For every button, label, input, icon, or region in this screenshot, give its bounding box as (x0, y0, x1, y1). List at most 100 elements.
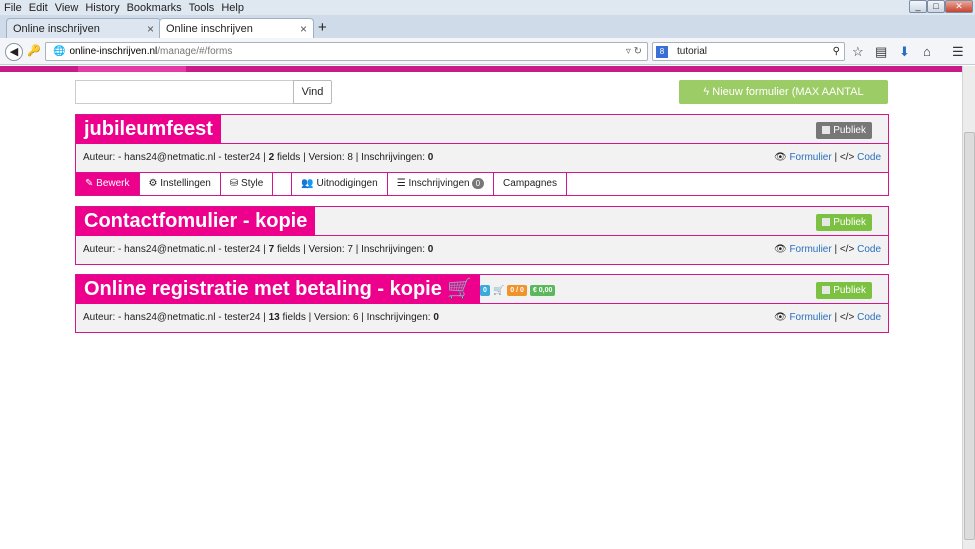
pencil-icon: ✎ (85, 178, 97, 189)
meta-inschrijvingen: 0 (427, 244, 434, 255)
eye-icon: 👁 (773, 244, 787, 255)
status-icon (822, 126, 831, 134)
bolt-icon: ϟ (703, 86, 713, 98)
status-label: Publiek (833, 125, 866, 136)
formulier-link[interactable]: Formulier (789, 312, 831, 323)
search-value: tutorial (677, 46, 708, 57)
code-link[interactable]: Code (857, 312, 881, 323)
status-badge[interactable]: Publiek (816, 122, 872, 139)
status-icon (822, 286, 831, 294)
form-links: 👁 Formulier | </> Code (773, 244, 881, 255)
formulier-link[interactable]: Formulier (789, 152, 831, 163)
url-bar[interactable]: 🌐 online-inschrijven.nl /manage/#/forms … (45, 42, 648, 61)
form-meta: Auteur: - hans24@netmatic.nl - tester24 … (76, 236, 888, 264)
download-icon[interactable]: ⬇ (899, 44, 910, 60)
tab-uitnodigingen[interactable]: 👥 Uitnodigingen (292, 173, 388, 195)
search-magnifier-icon[interactable]: ⚲ (833, 46, 840, 57)
browser-tab-2[interactable]: Online inschrijven × (159, 18, 314, 38)
find-button[interactable]: Vind (293, 80, 332, 104)
menu-edit[interactable]: Edit (29, 2, 48, 14)
form-card-header: Contactfomulier - kopie Publiek (76, 207, 888, 236)
form-title[interactable]: Online registratie met betaling - kopie … (76, 275, 481, 304)
star-icon[interactable]: ☆ (852, 44, 864, 60)
close-tab-icon[interactable]: × (147, 22, 154, 36)
new-tab-button[interactable]: + (318, 19, 327, 36)
code-icon: </> (839, 244, 855, 255)
reload-icon[interactable]: ▿ ↻ (626, 46, 642, 57)
code-link[interactable]: Code (857, 244, 881, 255)
menu-help[interactable]: Help (221, 2, 244, 14)
scrollbar-thumb[interactable] (964, 132, 975, 540)
status-badge[interactable]: Publiek (816, 214, 872, 231)
menu-history[interactable]: History (85, 2, 119, 14)
tab-campagnes[interactable]: Campagnes (494, 173, 567, 195)
form-card-header: Online registratie met betaling - kopie … (76, 275, 888, 304)
url-host: online-inschrijven.nl (69, 46, 158, 57)
tab-inschrijvingen[interactable]: ☰ Inschrijvingen 0 (388, 173, 495, 195)
users-icon: 👥 (301, 178, 317, 189)
form-links: 👁 Formulier | </> Code (773, 312, 881, 323)
tab-empty[interactable] (273, 173, 293, 195)
globe-icon: 🌐 (53, 46, 66, 57)
menu-tools[interactable]: Tools (189, 2, 215, 14)
status-badge[interactable]: Publiek (816, 282, 872, 299)
meta-version: fields | Version: 7 | Inschrijvingen: (274, 244, 428, 255)
count-badge: 0 (480, 284, 490, 296)
page-content: Vind ϟ Nieuw formulier (MAX AANTAL BEREI… (0, 72, 962, 549)
meta-author: Auteur: - hans24@netmatic.nl - tester24 … (83, 244, 269, 255)
form-badges: 0 🛒 0 / 0 € 0,00 (480, 284, 556, 296)
form-tabs: ✎ Bewerk ⚙ Instellingen ⛁ Style 👥 Uitnod… (76, 172, 888, 195)
search-input[interactable] (75, 80, 294, 104)
url-path: /manage/#/forms (157, 46, 233, 57)
home-icon[interactable]: ⌂ (923, 44, 931, 59)
list-icon: ☰ (396, 178, 409, 189)
minimize-button[interactable]: _ (909, 0, 927, 13)
menu-view[interactable]: View (55, 2, 79, 14)
form-title[interactable]: jubileumfeest (76, 115, 221, 144)
menu-icon[interactable]: ☰ (952, 44, 964, 60)
browser-menubar: File Edit View History Bookmarks Tools H… (0, 0, 975, 15)
code-icon: </> (839, 152, 855, 163)
tab-instellingen[interactable]: ⚙ Instellingen (140, 173, 221, 195)
cart-small-icon: 🛒 (492, 285, 505, 295)
vertical-scrollbar[interactable] (962, 66, 975, 549)
meta-version: fields | Version: 8 | Inschrijvingen: (274, 152, 428, 163)
eye-icon: 👁 (773, 152, 787, 163)
maximize-button[interactable]: □ (927, 0, 945, 13)
code-link[interactable]: Code (857, 152, 881, 163)
menu-bookmarks[interactable]: Bookmarks (127, 2, 182, 14)
tab-label: Uitnodigingen (316, 178, 378, 189)
google-icon: 8 (656, 45, 668, 58)
form-card: jubileumfeest Publiek Auteur: - hans24@n… (75, 114, 889, 196)
web-search-bar[interactable]: 8 tutorial ⚲ (652, 42, 845, 61)
style-icon: ⛁ (229, 178, 242, 189)
gears-icon: ⚙ (148, 178, 161, 189)
browser-tabbar: Online inschrijven × Online inschrijven … (0, 15, 975, 38)
menu-file[interactable]: File (4, 2, 22, 14)
close-tab-icon[interactable]: × (300, 22, 307, 36)
new-form-button[interactable]: ϟ Nieuw formulier (MAX AANTAL BEREIKT) (679, 80, 888, 122)
reading-list-icon[interactable]: ▤ (875, 44, 887, 60)
tab-style[interactable]: ⛁ Style (221, 173, 274, 195)
tab-bewerk[interactable]: ✎ Bewerk (76, 173, 140, 195)
form-card: Contactfomulier - kopie Publiek Auteur: … (75, 206, 889, 265)
browser-tab-1[interactable]: Online inschrijven × (6, 18, 161, 38)
back-button[interactable]: ◀ (5, 43, 23, 61)
form-title-text: Online registratie met betaling - kopie (84, 278, 442, 300)
status-icon (822, 218, 831, 226)
meta-inschrijvingen: 0 (427, 152, 434, 163)
form-title[interactable]: Contactfomulier - kopie (76, 207, 316, 236)
meta-fields: 13 (268, 312, 280, 323)
tab-2-label: Online inschrijven (166, 22, 253, 35)
form-card-header: jubileumfeest Publiek (76, 115, 888, 144)
form-meta: Auteur: - hans24@netmatic.nl - tester24 … (76, 304, 888, 332)
cart-icon: 🛒 (447, 278, 473, 300)
close-window-button[interactable]: ✕ (945, 0, 973, 13)
orders-badge: 0 / 0 (507, 284, 527, 296)
code-icon: </> (839, 312, 855, 323)
formulier-link[interactable]: Formulier (789, 244, 831, 255)
meta-version: fields | Version: 6 | Inschrijvingen: (279, 312, 434, 323)
tab-1-label: Online inschrijven (13, 22, 100, 35)
meta-inschrijvingen: 0 (433, 312, 439, 323)
amount-badge: € 0,00 (529, 284, 556, 296)
